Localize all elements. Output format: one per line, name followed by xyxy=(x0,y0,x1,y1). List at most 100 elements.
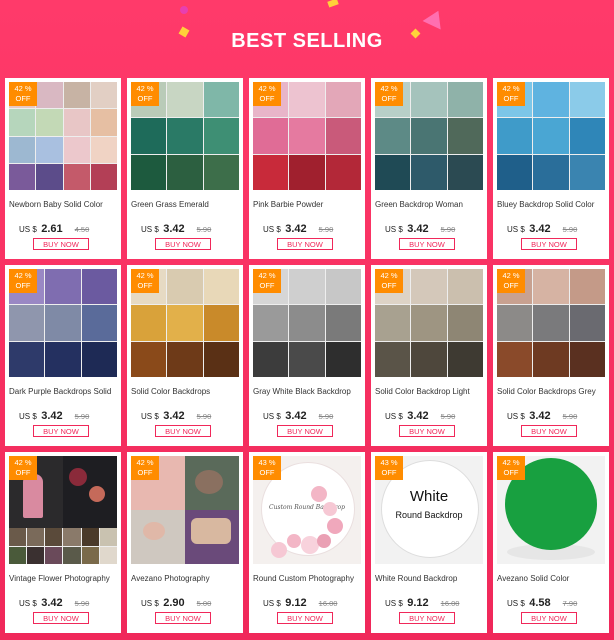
sale-price: 3.42 xyxy=(529,410,551,422)
price-row: US $ 3.42 5.90 xyxy=(507,406,603,424)
product-card[interactable]: 42 % OFF Solid Color Backdrops US $ 3.42 5… xyxy=(127,265,243,446)
original-price: 5.90 xyxy=(440,225,456,234)
sale-price: 3.42 xyxy=(407,410,429,422)
price-row: US $ 3.42 5.90 xyxy=(385,406,481,424)
price-row: US $ 3.42 5.90 xyxy=(19,406,115,424)
discount-badge: 42 % OFF xyxy=(131,456,159,480)
discount-badge: 42 % OFF xyxy=(497,456,525,480)
product-card[interactable]: 42 % OFF Avezano Solid Color US $ 4.58 7.9… xyxy=(493,452,609,633)
discount-badge: 43 % OFF xyxy=(253,456,281,480)
discount-badge: 42 % OFF xyxy=(131,269,159,293)
original-price: 5.00 xyxy=(196,599,212,608)
product-name[interactable]: Pink Barbie Powder xyxy=(253,200,363,209)
product-card[interactable]: Custom Round Backdrop 43 % OFF Round Cust… xyxy=(249,452,365,633)
discount-badge: 42 % OFF xyxy=(131,82,159,106)
currency: US $ xyxy=(507,225,525,234)
currency: US $ xyxy=(141,412,159,421)
original-price: 5.90 xyxy=(196,225,212,234)
product-card[interactable]: White Round Backdrop 43 % OFF White Round… xyxy=(371,452,487,633)
buy-now-button[interactable]: BUY NOW xyxy=(155,238,211,250)
product-name[interactable]: Newborn Baby Solid Color xyxy=(9,200,119,209)
price-row: US $ 9.12 16.00 xyxy=(385,593,481,611)
discount-badge: 42 % OFF xyxy=(497,269,525,293)
product-card[interactable]: 42 % OFF Gray White Black Backdrop US $ 3… xyxy=(249,265,365,446)
buy-now-button[interactable]: BUY NOW xyxy=(277,612,333,624)
buy-now-button[interactable]: BUY NOW xyxy=(33,425,89,437)
currency: US $ xyxy=(19,225,37,234)
product-card[interactable]: 42 % OFF Vintage Flower Photography US $ … xyxy=(5,452,121,633)
original-price: 7.90 xyxy=(562,599,578,608)
buy-now-button[interactable]: BUY NOW xyxy=(33,612,89,624)
product-card[interactable]: 42 % OFF Bluey Backdrop Solid Color US $ … xyxy=(493,78,609,259)
buy-now-button[interactable]: BUY NOW xyxy=(33,238,89,250)
product-name[interactable]: Vintage Flower Photography xyxy=(9,574,119,583)
product-name[interactable]: Solid Color Backdrop Light xyxy=(375,387,485,396)
product-card[interactable]: 42 % OFF Green Backdrop Woman US $ 3.42 5.… xyxy=(371,78,487,259)
product-card[interactable]: 42 % OFF Green Grass Emerald US $ 3.42 5.9… xyxy=(127,78,243,259)
original-price: 5.90 xyxy=(318,412,334,421)
product-name[interactable]: Green Grass Emerald xyxy=(131,200,241,209)
currency: US $ xyxy=(263,412,281,421)
page-title: BEST SELLING xyxy=(231,30,383,52)
buy-now-button[interactable]: BUY NOW xyxy=(155,425,211,437)
product-name[interactable]: Solid Color Backdrops xyxy=(131,387,241,396)
buy-now-button[interactable]: BUY NOW xyxy=(155,612,211,624)
price-row: US $ 2.90 5.00 xyxy=(141,593,237,611)
product-name[interactable]: Solid Color Backdrops Grey xyxy=(497,387,607,396)
product-name[interactable]: Avezano Solid Color xyxy=(497,574,607,583)
sale-price: 3.42 xyxy=(163,223,185,235)
discount-badge: 42 % OFF xyxy=(9,456,37,480)
price-row: US $ 3.42 5.90 xyxy=(263,219,359,237)
sale-price: 3.42 xyxy=(407,223,429,235)
buy-now-button[interactable]: BUY NOW xyxy=(399,612,455,624)
product-name[interactable]: Gray White Black Backdrop xyxy=(253,387,363,396)
product-card[interactable]: 42 % OFF Solid Color Backdrop Light US $ … xyxy=(371,265,487,446)
product-card[interactable]: 42 % OFF Newborn Baby Solid Color US $ 2.… xyxy=(5,78,121,259)
price-row: US $ 9.12 16.00 xyxy=(263,593,359,611)
original-price: 5.90 xyxy=(74,412,90,421)
currency: US $ xyxy=(19,412,37,421)
product-name[interactable]: Dark Purple Backdrops Solid xyxy=(9,387,119,396)
sale-price: 3.42 xyxy=(41,410,63,422)
price-row: US $ 3.42 5.90 xyxy=(19,593,115,611)
original-price: 5.90 xyxy=(562,412,578,421)
original-price: 5.90 xyxy=(196,412,212,421)
buy-now-button[interactable]: BUY NOW xyxy=(277,238,333,250)
buy-now-button[interactable]: BUY NOW xyxy=(521,612,577,624)
discount-badge: 42 % OFF xyxy=(253,82,281,106)
sale-price: 3.42 xyxy=(41,597,63,609)
sale-price: 3.42 xyxy=(163,410,185,422)
sale-price: 3.42 xyxy=(529,223,551,235)
product-name[interactable]: Green Backdrop Woman xyxy=(375,200,485,209)
buy-now-button[interactable]: BUY NOW xyxy=(399,238,455,250)
buy-now-button[interactable]: BUY NOW xyxy=(521,425,577,437)
product-card[interactable]: 42 % OFF Pink Barbie Powder US $ 3.42 5.90… xyxy=(249,78,365,259)
confetti-decoration xyxy=(422,6,448,30)
product-name[interactable]: Round Custom Photography xyxy=(253,574,363,583)
best-selling-banner: { "header": {"title": "BEST SELLING"}, "… xyxy=(0,0,614,640)
currency: US $ xyxy=(263,225,281,234)
confetti-decoration xyxy=(327,0,339,8)
currency: US $ xyxy=(141,225,159,234)
discount-badge: 43 % OFF xyxy=(375,456,403,480)
discount-badge: 42 % OFF xyxy=(253,269,281,293)
buy-now-button[interactable]: BUY NOW xyxy=(521,238,577,250)
sale-price: 2.61 xyxy=(41,223,63,235)
original-price: 16.00 xyxy=(440,599,460,608)
confetti-decoration xyxy=(180,6,188,14)
buy-now-button[interactable]: BUY NOW xyxy=(399,425,455,437)
product-name[interactable]: White Round Backdrop xyxy=(375,574,485,583)
currency: US $ xyxy=(385,599,403,608)
currency: US $ xyxy=(385,412,403,421)
price-row: US $ 3.42 5.90 xyxy=(141,219,237,237)
original-price: 5.90 xyxy=(74,599,90,608)
product-grid: 42 % OFF Newborn Baby Solid Color US $ 2.… xyxy=(5,78,609,633)
product-card[interactable]: 42 % OFF Avezano Photography US $ 2.90 5.0… xyxy=(127,452,243,633)
currency: US $ xyxy=(385,225,403,234)
product-name[interactable]: Bluey Backdrop Solid Color xyxy=(497,200,607,209)
product-name[interactable]: Avezano Photography xyxy=(131,574,241,583)
product-card[interactable]: 42 % OFF Solid Color Backdrops Grey US $ … xyxy=(493,265,609,446)
product-card[interactable]: 42 % OFF Dark Purple Backdrops Solid US $… xyxy=(5,265,121,446)
buy-now-button[interactable]: BUY NOW xyxy=(277,425,333,437)
currency: US $ xyxy=(507,412,525,421)
